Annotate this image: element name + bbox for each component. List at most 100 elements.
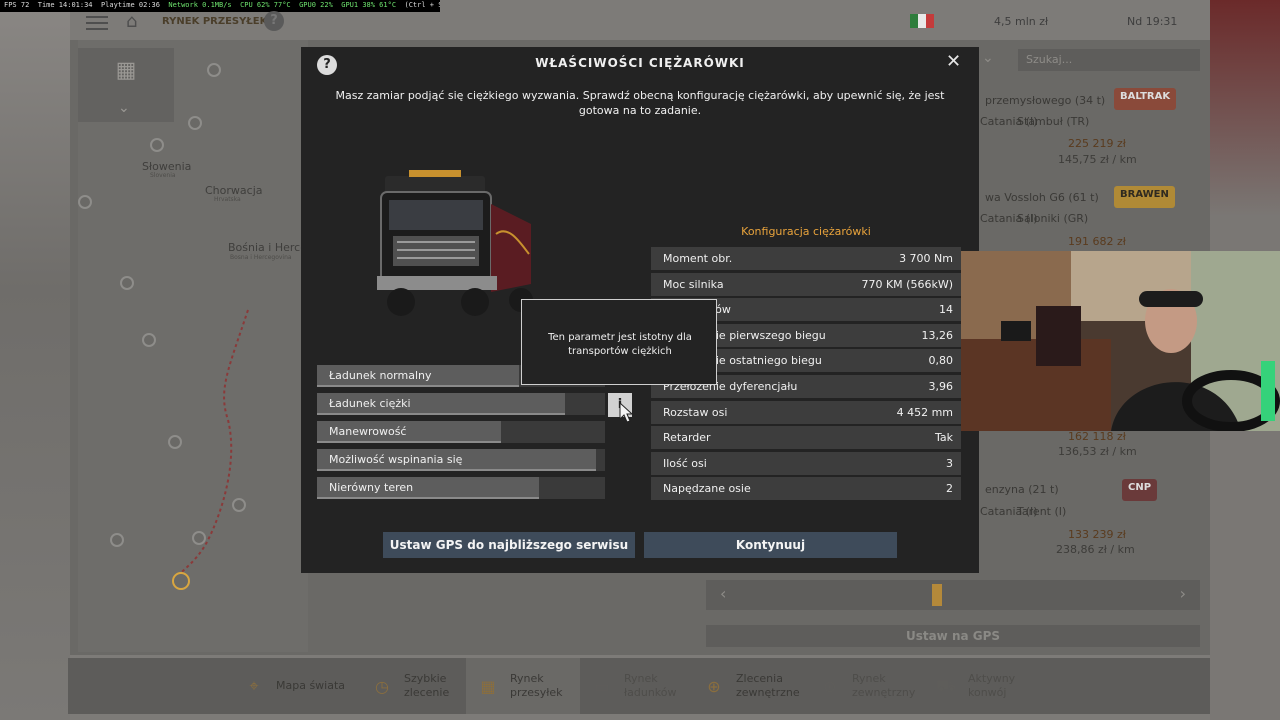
globe-truck-icon: ⊕	[823, 676, 837, 696]
globe-icon: ⊕	[707, 676, 721, 696]
config-row: Moment obr. 3 700 Nm	[651, 247, 961, 270]
nav-quick-job[interactable]: ◷ Szybkie zlecenie	[360, 658, 466, 714]
job-price: 162 118 zł	[1068, 430, 1126, 443]
playtime-readout: Playtime 02:36	[100, 1, 160, 9]
network-readout: Network 0.1MB/s	[168, 1, 232, 9]
gpu0-readout: GPU0 22%	[299, 1, 333, 9]
nav-label: Rynek zewnętrzny	[852, 672, 916, 699]
config-value: 13,26	[921, 328, 954, 342]
mouse-cursor-icon	[619, 402, 633, 423]
config-row: Rozstaw osi 4 452 mm	[651, 400, 961, 424]
boxes-icon: ▦	[115, 58, 137, 83]
config-key: Retarder	[663, 431, 711, 445]
job-title: przemysłowego (34 t)	[985, 94, 1106, 107]
scene-background-left	[0, 0, 70, 720]
pagination-current-marker	[932, 584, 942, 606]
config-key: Napędzane osie	[663, 482, 751, 496]
attribute-bar: Możliwość wspinania się	[317, 449, 605, 471]
convoy-icon: ⛟	[935, 675, 957, 695]
map-city-marker[interactable]	[232, 498, 246, 512]
job-route-to: Stambuł (TR)	[1017, 115, 1090, 128]
job-price-per-km: 238,86 zł / km	[1056, 543, 1135, 556]
money-balance: 4,5 mln zł	[994, 15, 1049, 28]
config-value: 3	[946, 456, 953, 470]
chevron-left-icon[interactable]: ‹	[720, 584, 726, 603]
config-row: Napędzane osie 2	[651, 477, 961, 501]
map-city-marker[interactable]	[188, 116, 202, 130]
job-title: enzyna (21 t)	[985, 483, 1059, 496]
chevron-down-icon[interactable]: ⌄	[982, 50, 994, 66]
map-city-marker[interactable]	[192, 531, 206, 545]
nav-cargo-market[interactable]: ▭ Rynek ładunków	[580, 658, 692, 714]
job-pagination-bar[interactable]: ‹ ›	[706, 580, 1200, 610]
config-value: 14	[939, 303, 953, 317]
map-sublabel-bosnia: Bosna i Hercegovina	[230, 254, 292, 261]
set-gps-button[interactable]: Ustaw na GPS	[706, 625, 1200, 647]
breadcrumb: RYNEK PRZESYŁEK	[162, 16, 268, 27]
map-city-marker[interactable]	[120, 276, 134, 290]
config-title: Konfiguracja ciężarówki	[741, 225, 871, 238]
job-price: 225 219 zł	[1068, 137, 1126, 150]
bottom-navigation: ⌖ Mapa świata ◷ Szybkie zlecenie ▦ Rynek…	[68, 658, 1210, 714]
nav-label: Aktywny konwój	[968, 672, 1016, 699]
boxes-icon: ▦	[480, 676, 496, 696]
close-icon[interactable]: ✕	[946, 51, 961, 72]
tooltip-text: Ten parametr jest istotny dla transportó…	[548, 332, 692, 357]
config-key: Moc silnika	[663, 277, 724, 291]
italy-flag-icon	[910, 14, 934, 28]
attribute-name: Ładunek normalny	[329, 369, 432, 382]
continue-button[interactable]: Kontynuuj	[644, 532, 897, 558]
config-value: 3,96	[928, 379, 954, 393]
company-logo: CNP	[1122, 479, 1158, 501]
config-key: Moment obr.	[663, 252, 733, 265]
job-price-per-km: 136,53 zł / km	[1058, 445, 1137, 458]
config-value: Tak	[934, 431, 953, 445]
gpu1-readout: GPU1 38% 61°C	[341, 1, 397, 9]
map-sublabel-slovenia: Slovenia	[150, 172, 176, 179]
map-city-marker[interactable]	[110, 533, 124, 547]
config-value: 2	[946, 482, 953, 496]
job-route-to: Tarent (I)	[1017, 505, 1067, 518]
nav-external-market[interactable]: ⊕ Rynek zewnętrzny	[808, 658, 924, 714]
attribute-name: Manewrowość	[329, 425, 407, 438]
map-city-marker[interactable]	[142, 333, 156, 347]
nav-world-map[interactable]: ⌖ Mapa świata	[68, 658, 360, 714]
nav-active-convoy[interactable]: ⛟ Aktywny konwój	[924, 658, 1034, 714]
company-logo: BALTRAK	[1114, 88, 1177, 110]
map-city-marker[interactable]	[78, 195, 92, 209]
nav-label: Zlecenia zewnętrzne	[736, 672, 800, 699]
config-value: 3 700 Nm	[899, 252, 953, 265]
job-price: 191 682 zł	[1068, 235, 1126, 248]
config-row: Retarder Tak	[651, 426, 961, 450]
nav-label: Szybkie zlecenie	[404, 672, 450, 699]
map-city-marker[interactable]	[150, 138, 164, 152]
webcam-overlay	[961, 251, 1280, 431]
job-title: wa Vossloh G6 (61 t)	[985, 191, 1099, 204]
job-price: 133 239 zł	[1068, 528, 1126, 541]
time-readout: Time 14:01:34	[37, 1, 93, 9]
gps-nearest-service-button[interactable]: Ustaw GPS do najbliższego serwisu	[383, 532, 635, 558]
attribute-bar: Manewrowość	[317, 421, 605, 443]
map-sublabel-croatia: Hrvatska	[214, 196, 241, 203]
map-city-marker[interactable]	[207, 63, 221, 77]
job-route-to: Saloniki (GR)	[1017, 212, 1089, 225]
attribute-bar: Ładunek ciężki	[317, 393, 605, 415]
config-value: 770 KM (566kW)	[861, 277, 953, 291]
home-icon[interactable]: ⌂	[126, 12, 146, 32]
game-clock: Nd 19:31	[1127, 15, 1178, 28]
chevron-right-icon[interactable]: ›	[1180, 584, 1186, 603]
company-logo: BRAWEN	[1114, 186, 1175, 208]
chevron-down-icon[interactable]: ⌄	[118, 100, 130, 116]
attribute-name: Ładunek ciężki	[329, 397, 411, 410]
clock-icon: ◷	[375, 676, 389, 696]
config-key: Ilość osi	[663, 456, 707, 470]
help-icon[interactable]: ?	[264, 11, 284, 31]
nav-external-contracts[interactable]: ⊕ Zlecenia zewnętrzne	[692, 658, 808, 714]
world-map[interactable]	[78, 40, 308, 652]
config-value: 0,80	[928, 354, 954, 368]
search-input[interactable]: Szukaj...	[1018, 49, 1200, 71]
truck-attributes: Ładunek normalny Ładunek ciężki Manewrow…	[317, 365, 605, 505]
map-city-marker[interactable]	[168, 435, 182, 449]
nav-freight-market[interactable]: ▦ Rynek przesyłek	[466, 658, 580, 714]
hamburger-menu-icon[interactable]	[86, 12, 108, 32]
